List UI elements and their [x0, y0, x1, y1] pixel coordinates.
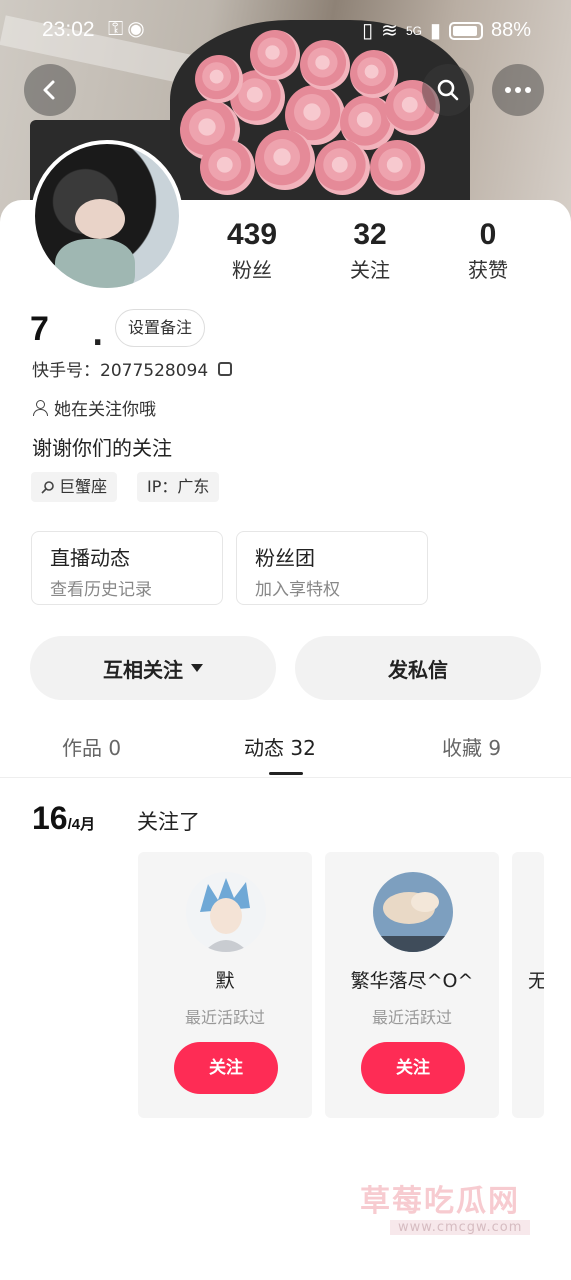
signal-icon: ▮ [429, 20, 441, 42]
back-button[interactable] [24, 64, 76, 116]
set-remark-button[interactable]: 设置备注 [115, 309, 206, 347]
follow-button[interactable]: 关注 [174, 1042, 278, 1094]
avatar-shirt [55, 239, 135, 288]
tab-active-indicator [269, 772, 303, 775]
feed-title: 关注了 [137, 810, 200, 834]
entry-live[interactable]: 直播动态 查看历史记录 [31, 531, 223, 605]
entry-live-subtitle: 查看历史记录 [50, 580, 152, 600]
stat-fans-num: 439 [226, 218, 278, 251]
zodiac-icon [41, 481, 54, 494]
entry-fan-club-title: 粉丝团 [255, 546, 315, 570]
network-label: 5G [405, 23, 422, 38]
tag-zodiac[interactable]: 巨蟹座 [31, 472, 118, 502]
user-avatar[interactable] [186, 872, 266, 952]
status-key-eye-icons: ⚿◉ [108, 16, 149, 40]
user-card-partial[interactable]: 无 [512, 852, 544, 1118]
stat-likes-label: 获赞 [468, 258, 508, 282]
mutual-follow-button[interactable]: 互相关注 [30, 636, 276, 700]
kuaishou-id-row[interactable]: 快手号：2077528094 [32, 356, 233, 381]
follow-hint-row: 她在关注你哦 [32, 395, 156, 420]
user-name: 默 [215, 970, 235, 992]
user-activity: 最近活跃过 [371, 1008, 452, 1027]
avatar-face [75, 199, 125, 239]
profile-name-suffix: . [92, 318, 104, 353]
tag-ip-label: IP：广东 [147, 477, 210, 496]
vibrate-icon: ▯ [362, 20, 374, 42]
profile-bio: 谢谢你们的关注 [32, 436, 172, 460]
avatar[interactable] [31, 140, 183, 292]
user-avatar[interactable] [373, 872, 453, 952]
stat-fans[interactable]: 439 粉丝 [192, 218, 312, 283]
stat-following-label: 关注 [350, 258, 390, 282]
wifi-icon: ≋ [381, 20, 398, 42]
content-tabs: 作品 0 动态 32 收藏 9 [0, 720, 571, 778]
user-card[interactable]: 繁华落尽^O^ 最近活跃过 关注 [325, 852, 499, 1118]
search-icon [437, 79, 459, 101]
stat-fans-label: 粉丝 [232, 258, 272, 282]
search-button[interactable] [422, 64, 474, 116]
stat-likes[interactable]: 0 获赞 [428, 218, 548, 283]
user-activity: 最近活跃过 [184, 1008, 265, 1027]
stat-following-num: 32 [353, 218, 387, 251]
battery-percent: 88% [490, 19, 531, 41]
feed-date: 16/4月 [32, 800, 95, 837]
tag-zodiac-label: 巨蟹座 [59, 477, 108, 496]
feed-month: /4月 [67, 816, 96, 833]
more-button[interactable] [492, 64, 544, 116]
stat-likes-num: 0 [479, 218, 497, 251]
status-right: ▯ ≋ 5G ▮ 88% [362, 18, 531, 43]
mutual-follow-label: 互相关注 [103, 657, 183, 682]
send-message-label: 发私信 [388, 657, 448, 682]
anime-avatar-image [186, 872, 266, 952]
tab-works[interactable]: 作品 0 [62, 732, 121, 761]
tab-favorites[interactable]: 收藏 9 [442, 732, 501, 761]
battery-icon [448, 21, 483, 40]
caret-down-icon [191, 664, 203, 672]
stat-following[interactable]: 32 关注 [310, 218, 430, 283]
follow-button[interactable]: 关注 [361, 1042, 465, 1094]
tab-moments[interactable]: 动态 32 [244, 732, 316, 761]
kuaishou-id: 快手号：2077528094 [32, 361, 209, 381]
copy-icon[interactable] [218, 361, 233, 376]
profile-name: 7 [30, 310, 49, 348]
watermark-text: 草莓吃瓜网 [360, 1184, 520, 1219]
watermark-url: www.cmcgw.com [390, 1220, 531, 1235]
more-icon [505, 87, 531, 93]
entry-fan-club[interactable]: 粉丝团 加入享特权 [236, 531, 428, 605]
feed-day: 16 [32, 800, 68, 836]
user-name: 繁华落尽^O^ [350, 970, 474, 992]
user-name-partial: 无 [528, 970, 544, 992]
entry-live-title: 直播动态 [50, 546, 130, 570]
status-bar: 23:02 ⚿◉ ▯ ≋ 5G ▮ 88% [0, 0, 571, 60]
user-card[interactable]: 默 最近活跃过 关注 [138, 852, 312, 1118]
entry-fan-club-subtitle: 加入享特权 [255, 580, 340, 600]
follow-hint: 她在关注你哦 [54, 400, 156, 420]
status-time: 23:02 [42, 18, 95, 41]
person-icon [32, 399, 48, 416]
chevron-left-icon [43, 80, 55, 100]
cloud-avatar-image [373, 872, 453, 952]
tag-ip: IP：广东 [137, 472, 220, 502]
send-message-button[interactable]: 发私信 [295, 636, 541, 700]
